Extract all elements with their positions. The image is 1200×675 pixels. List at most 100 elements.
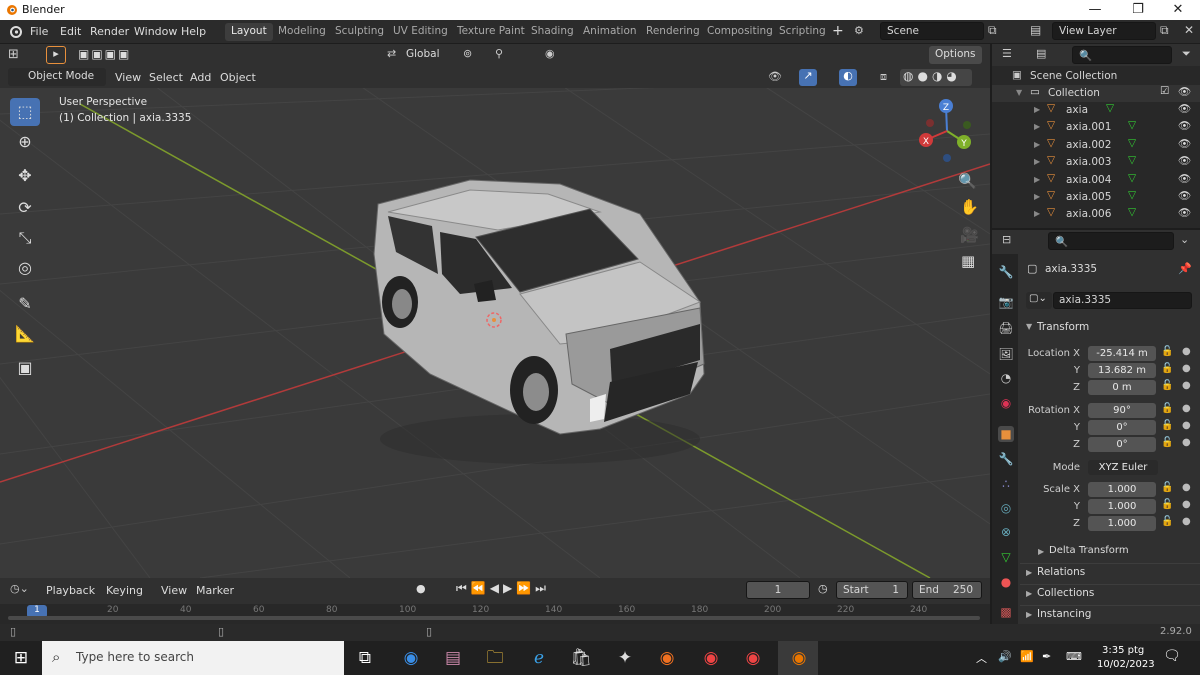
expand-triangle-icon[interactable]: ▶ xyxy=(1034,209,1040,218)
scene-icon[interactable]: ⚙ xyxy=(854,24,864,37)
collection-checkbox[interactable]: ☑ xyxy=(1160,85,1169,97)
object-eye-icon[interactable]: 👁 xyxy=(1178,154,1191,167)
rotation-z-field[interactable]: 0° xyxy=(1088,437,1156,452)
object-eye-icon[interactable]: 👁 xyxy=(1178,172,1191,185)
rotate-tool-icon[interactable]: ⟳ xyxy=(10,194,40,222)
menu-render[interactable]: Render xyxy=(90,25,129,38)
world-tab-icon[interactable]: ◉ xyxy=(998,395,1014,411)
mesh-data-icon[interactable]: ▽ xyxy=(1128,189,1136,201)
taskbar-search-box[interactable]: ⌕ Type here to search xyxy=(42,641,344,675)
location-y-field[interactable]: 13.682 m xyxy=(1088,363,1156,378)
blender-menu-icon[interactable] xyxy=(8,24,23,39)
keyframe-dot-icon[interactable]: ● xyxy=(1182,380,1191,391)
navigation-gizmo[interactable]: Z Y X xyxy=(912,96,982,166)
outliner-object-row[interactable]: ▶ ▽ axia.006 ▽ 👁 xyxy=(992,206,1200,223)
location-x-field[interactable]: -25.414 m xyxy=(1088,346,1156,361)
firefox-icon[interactable]: ◉ xyxy=(654,645,680,671)
workspace-tab-sculpting[interactable]: Sculpting xyxy=(329,23,390,41)
filter-icon[interactable]: ⏷ xyxy=(1182,47,1191,61)
timeline-scrollbar[interactable] xyxy=(8,616,980,620)
delta-expand-icon[interactable]: ▶ xyxy=(1038,547,1044,556)
menu-add[interactable]: Add xyxy=(190,71,211,84)
transform-orientation-icon[interactable]: ⇄ xyxy=(387,47,396,60)
collection-eye-icon[interactable]: 👁 xyxy=(1178,85,1191,98)
add-cube-tool-icon[interactable]: ▣ xyxy=(10,354,40,382)
workspace-tab-rendering[interactable]: Rendering xyxy=(640,23,706,41)
workspace-tab-layout[interactable]: Layout xyxy=(225,23,273,41)
maximize-button[interactable]: ❐ xyxy=(1128,2,1148,17)
scale-y-field[interactable]: 1.000 xyxy=(1088,499,1156,514)
expand-triangle-icon[interactable]: ▶ xyxy=(1034,140,1040,149)
properties-editor-icon[interactable]: ⊟ xyxy=(1002,233,1011,246)
workspace-tab-texture-paint[interactable]: Texture Paint xyxy=(451,23,531,41)
relations-header[interactable]: Relations xyxy=(1037,566,1085,578)
display-mode-icon[interactable]: ▤ xyxy=(1036,47,1046,60)
render-tab-icon[interactable]: 📷 xyxy=(998,294,1014,310)
lock-icon[interactable]: 🔓 xyxy=(1161,403,1173,414)
network-icon[interactable]: 📶 xyxy=(1020,650,1034,663)
transform-collapse-icon[interactable]: ▼ xyxy=(1026,322,1032,331)
clock-date[interactable]: 10/02/2023 xyxy=(1097,659,1155,670)
timeline-menu-keying[interactable]: Keying xyxy=(106,584,143,597)
rotation-x-field[interactable]: 90° xyxy=(1088,403,1156,418)
timeline-editor-icon[interactable]: ◷⌄ xyxy=(10,582,29,595)
menu-object[interactable]: Object xyxy=(220,71,256,84)
instancing-expand-icon[interactable]: ▶ xyxy=(1026,610,1032,619)
workspace-tab-modeling[interactable]: Modeling xyxy=(272,23,332,41)
outliner-collection-row[interactable]: ▼ ▭ Collection ☑ 👁 xyxy=(992,85,1200,102)
timeline-menu-marker[interactable]: Marker xyxy=(196,584,234,597)
3d-viewport[interactable]: User Perspective (1) Collection | axia.3… xyxy=(0,44,990,578)
tool-tab-icon[interactable]: 🔧 xyxy=(998,264,1014,280)
xray-toggle-icon[interactable]: ⧈ xyxy=(880,70,887,84)
timeline-menu-playback[interactable]: Playback xyxy=(46,584,95,597)
select-box-tool-icon[interactable]: ⬚ xyxy=(10,98,40,126)
scene-tab-icon[interactable]: ◔ xyxy=(998,370,1014,386)
transform-tool-icon[interactable]: ◎ xyxy=(10,254,40,282)
chrome-profile-icon[interactable]: ◉ xyxy=(740,645,766,671)
tool-settings-icon[interactable]: ▸ xyxy=(46,46,66,64)
internet-explorer-icon[interactable]: ℯ xyxy=(526,645,552,671)
clock-time[interactable]: 3:35 ptg xyxy=(1102,645,1144,656)
task-view-icon[interactable]: ⧉ xyxy=(352,645,378,671)
scale-tool-icon[interactable]: ⤡ xyxy=(10,224,40,252)
start-frame-field[interactable]: Start 1 xyxy=(836,581,908,599)
object-mode-dropdown[interactable]: Object Mode xyxy=(8,68,106,86)
keyframe-dot-icon[interactable]: ● xyxy=(1182,363,1191,374)
object-eye-icon[interactable]: 👁 xyxy=(1178,119,1191,132)
outliner-editor-icon[interactable]: ☰ xyxy=(1002,47,1012,60)
outliner-object-row[interactable]: ▶ ▽ axia.002 ▽ 👁 xyxy=(992,137,1200,154)
menu-file[interactable]: File xyxy=(30,25,48,38)
properties-options-icon[interactable]: ⌄ xyxy=(1180,233,1189,246)
collections-header[interactable]: Collections xyxy=(1037,587,1094,599)
mesh-data-icon[interactable]: ▽ xyxy=(1128,137,1136,149)
view-layer-selector[interactable]: View Layer xyxy=(1052,22,1156,40)
object-type-dropdown[interactable]: ▢⌄ xyxy=(1026,292,1052,309)
menu-help[interactable]: Help xyxy=(181,25,206,38)
visibility-icon[interactable]: 👁 xyxy=(768,70,782,83)
outliner-search-input[interactable]: 🔍 xyxy=(1072,46,1172,64)
notification-icon[interactable]: 🗨 xyxy=(1163,648,1181,664)
end-frame-field[interactable]: End 250 xyxy=(912,581,982,599)
material-tab-icon[interactable]: ● xyxy=(998,574,1014,590)
constraints-tab-icon[interactable]: ⊗ xyxy=(998,524,1014,540)
pan-hand-icon[interactable]: ✋ xyxy=(960,198,979,216)
volume-icon[interactable]: 🔊 xyxy=(998,650,1012,663)
mesh-data-icon[interactable]: ▽ xyxy=(1128,172,1136,184)
current-frame-field[interactable]: 1 xyxy=(746,581,810,599)
orientation-dropdown[interactable]: Global xyxy=(406,48,440,60)
relations-expand-icon[interactable]: ▶ xyxy=(1026,568,1032,577)
measure-tool-icon[interactable]: 📐 xyxy=(10,320,40,348)
add-workspace-button[interactable]: + xyxy=(832,23,844,39)
lock-icon[interactable]: 🔓 xyxy=(1161,437,1173,448)
playback-controls-icons[interactable]: ⏮⏪◀▶⏩⏭ xyxy=(456,581,550,596)
edge-icon[interactable]: ◉ xyxy=(398,645,424,671)
pin-icon[interactable]: 📌 xyxy=(1178,262,1192,275)
shading-mode-icons[interactable]: ◍●◑◕ xyxy=(900,69,972,86)
rotation-y-field[interactable]: 0° xyxy=(1088,420,1156,435)
annotate-tool-icon[interactable]: ✎ xyxy=(10,290,40,318)
lock-icon[interactable]: 🔓 xyxy=(1161,482,1173,493)
tray-chevron-icon[interactable]: ︿ xyxy=(976,650,987,666)
outliner-object-row[interactable]: ▶ ▽ axia.005 ▽ 👁 xyxy=(992,189,1200,206)
keyframe-dot-icon[interactable]: ● xyxy=(1182,403,1191,414)
blender-taskbar-icon[interactable]: ◉ xyxy=(786,645,812,671)
